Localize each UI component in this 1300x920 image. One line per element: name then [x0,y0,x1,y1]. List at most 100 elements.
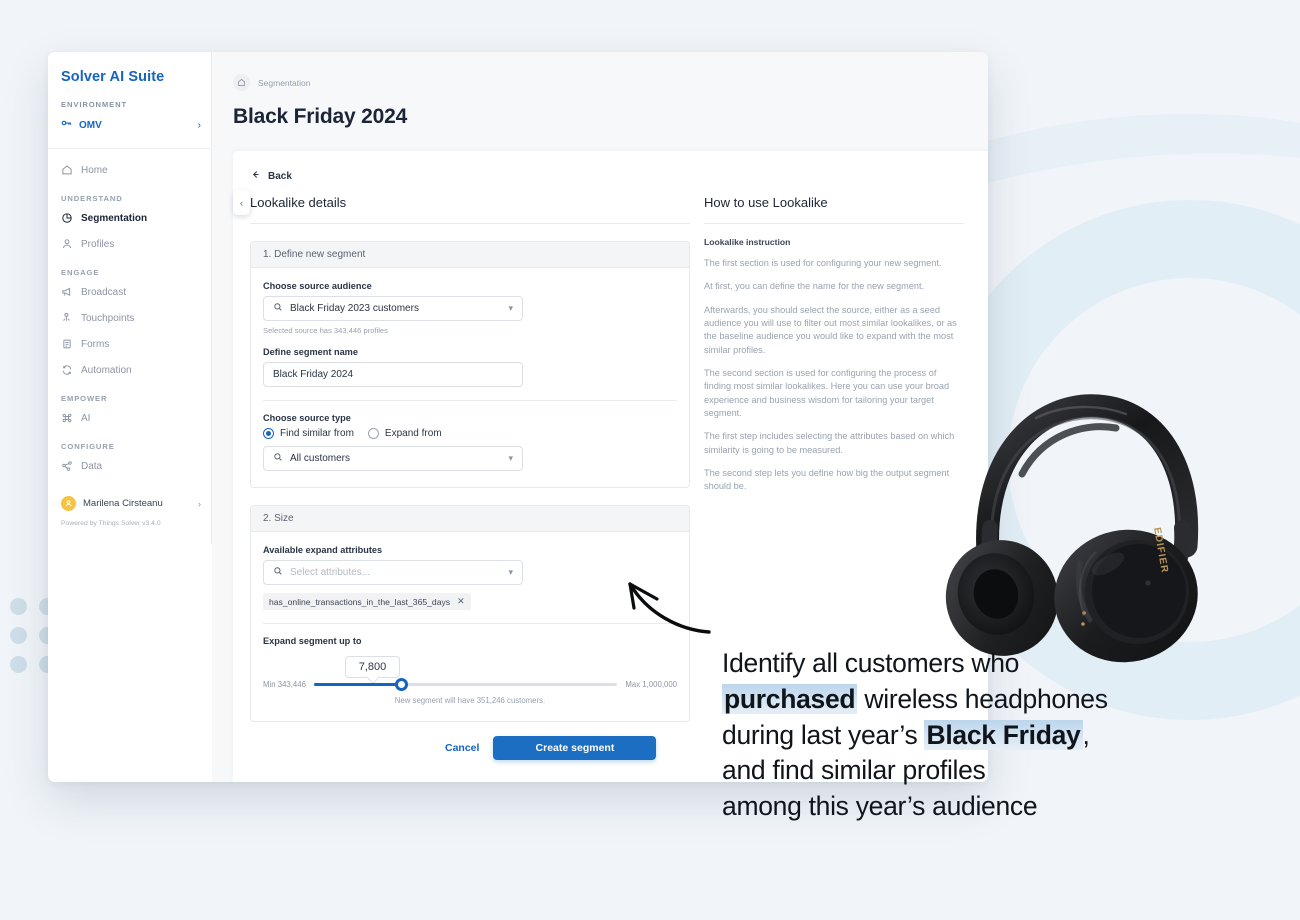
source-audience-label: Choose source audience [263,281,372,291]
sidebar-item-label: Touchpoints [81,312,135,324]
environment-selector[interactable]: OMV › [48,109,211,134]
radio-find-similar-from[interactable]: Find similar from [263,428,354,439]
touch-icon [61,312,73,324]
sidebar-item-profiles[interactable]: Profiles [48,231,211,257]
user-name: Marilena Cirsteanu [83,498,163,509]
sidebar-item-forms[interactable]: Forms [48,331,211,357]
help-title: How to use Lookalike [704,195,828,210]
form-actions: Cancel Create segment [250,722,690,760]
sidebar-item-label: Broadcast [81,286,127,298]
source-audience-hint: Selected source has 343,446 profiles [263,326,388,335]
sidebar-item-automation[interactable]: Automation [48,357,211,383]
divider [250,223,690,224]
arrow-left-icon [250,169,261,183]
sidebar-item-label: Segmentation [81,212,148,224]
attributes-select[interactable]: Select attributes... ▾ [263,560,523,585]
sidebar: Solver AI Suite ENVIRONMENT OMV › Home U… [48,52,212,544]
radio-label: Find similar from [280,428,354,439]
caption-highlight-purchased: purchased [722,683,858,714]
search-icon [273,452,283,465]
product-image-headphones: EDIFIER [930,378,1230,663]
radio-selected-icon [263,428,274,439]
sidebar-item-data[interactable]: Data [48,453,211,479]
caption-line-2: purchased wireless headphones [722,682,1267,718]
sidebar-item-segmentation[interactable]: Segmentation [48,205,211,231]
caption-line-3: during last year’s Black Friday, [722,718,1267,754]
person-icon [61,238,73,250]
panel-body: Choose source audience Black Friday 2023… [251,268,689,487]
attributes-placeholder: Select attributes... [290,567,371,578]
sidebar-divider [48,148,211,149]
cancel-button[interactable]: Cancel [445,742,479,754]
sidebar-item-ai[interactable]: AI [48,405,211,431]
slider-track-row: Min 343,446 Max 1,000,000 [263,678,677,691]
radio-label: Expand from [384,428,442,439]
sidebar-section-understand: UNDERSTAND [61,194,123,203]
slider-note: New segment will have 351,246 customers. [394,696,546,705]
radio-unselected-icon [367,428,379,439]
radio-expand-from[interactable]: Expand from [367,428,442,439]
chevron-right-icon: › [198,498,201,509]
create-segment-button[interactable]: Create segment [493,736,657,760]
home-icon[interactable] [233,74,250,91]
share-nodes-icon [61,460,73,472]
chevron-down-icon: ▾ [508,303,513,313]
sidebar-collapse-button[interactable]: ‹ [233,190,250,215]
source-type-label: Choose source type [263,413,351,423]
environment-value: OMV [79,119,102,131]
caption-text: during last year’s [722,719,925,750]
environment-caption: ENVIRONMENT [61,100,128,109]
source-type-select[interactable]: All customers ▾ [263,446,523,471]
breadcrumb-label[interactable]: Segmentation [258,78,310,88]
user-profile-row[interactable]: Marilena Cirsteanu › [48,488,211,511]
chevron-down-icon: ▾ [508,567,513,577]
sidebar-item-touchpoints[interactable]: Touchpoints [48,305,211,331]
refresh-icon [61,364,73,376]
close-icon[interactable]: ✕ [457,596,465,607]
caption-highlight-black-friday: Black Friday [924,719,1083,750]
pie-chart-icon [61,212,73,224]
attribute-chip-label: has_online_transactions_in_the_last_365_… [269,596,451,607]
search-icon [273,566,283,579]
attributes-label: Available expand attributes [263,545,383,555]
back-button[interactable]: Back [233,169,988,183]
chevron-right-icon: › [197,119,201,131]
sidebar-item-home[interactable]: Home [48,157,211,183]
search-icon [273,302,283,315]
sidebar-section-configure: CONFIGURE [61,442,115,451]
attribute-chip[interactable]: has_online_transactions_in_the_last_365_… [263,593,471,610]
panel-define-new-segment: 1. Define new segment Choose source audi… [250,241,690,488]
slider-track[interactable] [313,678,618,691]
slider-handle[interactable] [395,678,409,691]
divider [704,223,964,224]
sidebar-item-label: Data [81,460,103,472]
caption-line-1: Identify all customers who [722,646,1267,682]
home-icon [61,164,73,176]
panel-header: 1. Define new segment [251,242,689,268]
source-audience-select[interactable]: Black Friday 2023 customers ▾ [263,296,523,321]
segment-name-input[interactable]: Black Friday 2024 [263,362,523,387]
slider-min-label: Min 343,446 [263,680,306,689]
help-paragraph: The first step includes selecting the at… [704,431,955,455]
brand-logo: Solver AI Suite [61,69,165,85]
help-paragraph: Afterwards, you should select the source… [704,304,957,355]
form-column: Lookalike details 1. Define new segment … [250,195,690,760]
caption-text: among this year’s audience [722,791,1038,822]
source-type-value: All customers [290,453,351,464]
divider [263,400,677,401]
caption-line-4: and find similar profiles [722,753,1267,789]
caption-text: Identify all customers who [722,648,1020,678]
chevron-left-icon: ‹ [240,197,243,208]
back-label: Back [268,170,292,182]
help-paragraph: The second section is used for configuri… [704,368,950,419]
key-icon [61,116,73,134]
lookalike-details-title: Lookalike details [250,195,347,210]
sidebar-item-broadcast[interactable]: Broadcast [48,279,211,305]
expand-slider[interactable]: 7,800 Min 343,446 Max 1,000,000 New segm… [263,656,677,705]
segment-name-label: Define segment name [263,347,358,357]
source-type-radio-group: Find similar from Expand from [263,428,677,439]
avatar [61,496,76,511]
powered-by-label: Powered by Things Solver v3.4.0 [61,520,161,527]
help-paragraph: At first, you can define the name for th… [704,281,925,292]
command-icon [61,412,73,424]
